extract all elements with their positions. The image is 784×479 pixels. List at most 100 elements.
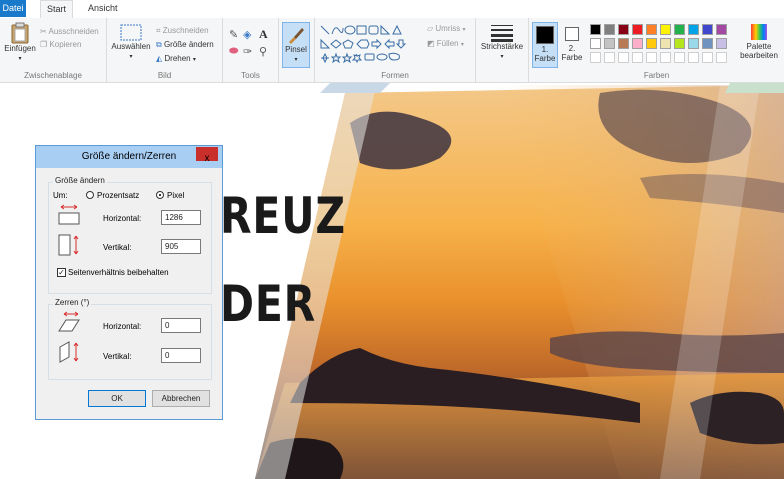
- selection-icon: [120, 24, 142, 41]
- palette-color-swatch[interactable]: [646, 24, 657, 35]
- custom-color-slot[interactable]: [702, 52, 713, 63]
- tab-view[interactable]: Ansicht: [82, 0, 124, 17]
- palette-color-swatch[interactable]: [688, 24, 699, 35]
- palette-color-swatch[interactable]: [590, 24, 601, 35]
- custom-color-slot[interactable]: [716, 52, 727, 63]
- custom-color-slot[interactable]: [590, 52, 601, 63]
- close-icon: x: [204, 153, 210, 164]
- group-tools: ✎ ◈ A ⬬ ✑ ⚲ Tools: [223, 18, 279, 82]
- skew-horizontal-label: Horizontal:: [103, 322, 142, 331]
- close-button[interactable]: x: [196, 147, 218, 164]
- group-label-tools: Tools: [241, 71, 260, 80]
- shapes-gallery[interactable]: [319, 24, 419, 64]
- skew-vertical-label: Vertikal:: [103, 352, 132, 361]
- custom-color-slot[interactable]: [646, 52, 657, 63]
- palette-color-swatch[interactable]: [702, 24, 713, 35]
- magnifier-icon[interactable]: ⚲: [259, 45, 267, 58]
- resize-vertical-label: Vertikal:: [103, 243, 132, 252]
- group-label-colors: Farben: [643, 71, 670, 80]
- custom-color-slot[interactable]: [632, 52, 643, 63]
- tab-start[interactable]: Start: [40, 0, 74, 19]
- crop-icon: ⌗: [156, 26, 161, 35]
- group-size: Strichstärke ▾: [476, 18, 529, 82]
- palette-color-swatch[interactable]: [674, 38, 685, 49]
- fill-label: Füllen: [436, 39, 459, 48]
- palette-color-swatch[interactable]: [632, 24, 643, 35]
- palette-color-swatch[interactable]: [618, 38, 629, 49]
- crop-label: Zuschneiden: [162, 26, 209, 35]
- edit-palette-label: Palette bearbeiten: [740, 42, 778, 60]
- custom-color-slot[interactable]: [618, 52, 629, 63]
- edit-palette-button[interactable]: Palette bearbeiten: [737, 22, 781, 60]
- group-colors: 1. Farbe 2. Farbe Palette bearbeiten Far…: [529, 18, 784, 82]
- paste-button[interactable]: Einfügen ▾: [2, 22, 38, 62]
- skew-horizontal-input[interactable]: 0: [161, 318, 201, 333]
- resize-skew-dialog: Größe ändern/Zerren x Größe ändern Um: P…: [35, 145, 223, 420]
- crop-button[interactable]: ⌗ Zuschneiden: [156, 26, 209, 36]
- palette-color-swatch[interactable]: [632, 38, 643, 49]
- color-picker-icon[interactable]: ✑: [243, 45, 252, 58]
- resize-horizontal-icon: [58, 204, 80, 225]
- percent-radio[interactable]: [86, 191, 94, 199]
- group-clipboard: Einfügen ▾ ✂ Ausschneiden ❐ Kopieren Zwis…: [0, 18, 107, 82]
- palette-color-swatch[interactable]: [716, 38, 727, 49]
- rotate-button[interactable]: ◭ Drehen ▾: [156, 54, 196, 63]
- palette-color-swatch[interactable]: [604, 38, 615, 49]
- palette-color-swatch[interactable]: [660, 38, 671, 49]
- palette-color-swatch[interactable]: [618, 24, 629, 35]
- palette-color-swatch[interactable]: [604, 24, 615, 35]
- resize-label: Größe ändern: [163, 40, 214, 49]
- pixel-radio[interactable]: [156, 191, 164, 199]
- chevron-down-icon: ▾: [129, 54, 133, 60]
- pencil-icon[interactable]: ✎: [229, 28, 238, 41]
- custom-color-slot[interactable]: [688, 52, 699, 63]
- tab-file[interactable]: Datei: [0, 0, 26, 17]
- palette-color-swatch[interactable]: [590, 38, 601, 49]
- outline-label: Umriss: [435, 24, 461, 33]
- color2-label: 2. Farbe: [561, 44, 583, 62]
- cancel-button[interactable]: Abbrechen: [152, 390, 210, 407]
- rotate-label: Drehen: [164, 54, 191, 63]
- by-label: Um:: [53, 191, 68, 200]
- group-image: Auswählen ▾ ⌗ Zuschneiden ⧉ Größe ändern …: [107, 18, 223, 82]
- canvas-text-line2: DER: [220, 275, 317, 333]
- palette-color-swatch[interactable]: [716, 24, 727, 35]
- palette-color-swatch[interactable]: [688, 38, 699, 49]
- copy-button[interactable]: ❐ Kopieren: [40, 40, 81, 49]
- eraser-icon[interactable]: ⬬: [229, 45, 238, 58]
- resize-button[interactable]: ⧉ Größe ändern: [156, 40, 214, 50]
- custom-color-slot[interactable]: [674, 52, 685, 63]
- palette-color-swatch[interactable]: [674, 24, 685, 35]
- group-label-clipboard: Zwischenablage: [24, 71, 82, 80]
- chevron-down-icon: ▾: [192, 57, 196, 63]
- group-brushes: Pinsel ▾: [279, 18, 315, 82]
- palette-color-swatch[interactable]: [660, 24, 671, 35]
- chevron-down-icon: ▾: [460, 42, 464, 48]
- select-label: Auswählen: [111, 42, 151, 51]
- dialog-title: Größe ändern/Zerren: [81, 151, 177, 162]
- color1-label: 1. Farbe: [534, 45, 556, 63]
- select-button[interactable]: Auswählen ▾: [111, 24, 151, 60]
- skew-vertical-input[interactable]: 0: [161, 348, 201, 363]
- dialog-titlebar[interactable]: Größe ändern/Zerren x: [36, 146, 222, 168]
- outline-button[interactable]: ▱ Umriss ▾: [427, 24, 466, 33]
- text-tool-icon[interactable]: A: [259, 27, 268, 42]
- cut-button[interactable]: ✂ Ausschneiden: [40, 27, 99, 36]
- resize-horizontal-input[interactable]: 1286: [161, 210, 201, 225]
- fill-bucket-icon[interactable]: ◈: [243, 28, 251, 41]
- brushes-button[interactable]: Pinsel ▾: [282, 22, 310, 68]
- group-label-image: Bild: [157, 71, 172, 80]
- color1-button[interactable]: 1. Farbe: [532, 22, 558, 68]
- ok-button[interactable]: OK: [88, 390, 146, 407]
- custom-color-slot[interactable]: [604, 52, 615, 63]
- cut-label: Ausschneiden: [48, 27, 99, 36]
- size-button[interactable]: Strichstärke ▾: [480, 24, 524, 60]
- palette-color-swatch[interactable]: [646, 38, 657, 49]
- custom-color-slot[interactable]: [660, 52, 671, 63]
- palette-color-swatch[interactable]: [702, 38, 713, 49]
- keep-ratio-checkbox[interactable]: ✓: [57, 268, 66, 277]
- resize-vertical-input[interactable]: 905: [161, 239, 201, 254]
- color2-button[interactable]: 2. Farbe: [560, 22, 584, 68]
- resize-legend: Größe ändern: [53, 176, 107, 185]
- fill-button[interactable]: ◩ Füllen ▾: [427, 39, 464, 48]
